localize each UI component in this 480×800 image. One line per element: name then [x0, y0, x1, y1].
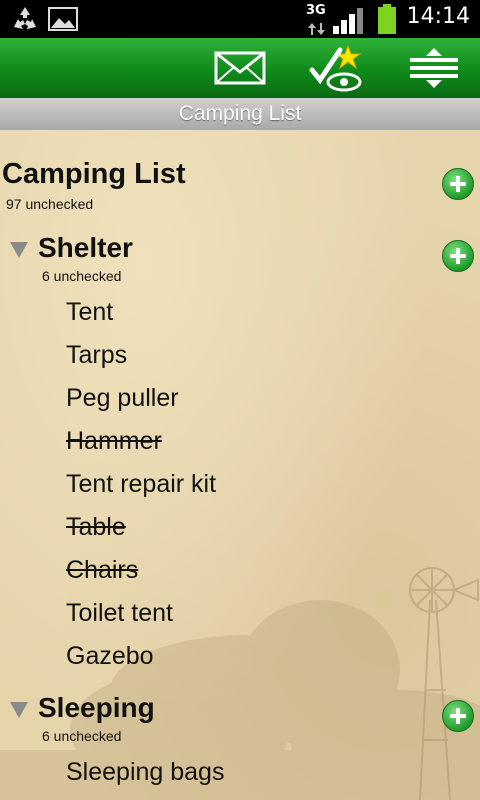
data-arrows-icon	[308, 20, 326, 39]
list-item[interactable]: Tent	[66, 298, 113, 327]
list-item-checked[interactable]: Chairs	[66, 556, 138, 585]
category-name: Sleeping	[38, 692, 155, 723]
list-unchecked-count: 97 unchecked	[6, 196, 94, 212]
clock: 14:14	[406, 4, 470, 29]
list-item[interactable]: Sleeping bags	[66, 758, 224, 787]
recycle-icon	[10, 5, 40, 37]
action-bar	[0, 38, 480, 99]
list-heading: Camping List	[2, 158, 186, 190]
check-star-eye-icon	[306, 44, 370, 96]
list-item[interactable]: Gazebo	[66, 642, 154, 671]
checklist-content[interactable]: Camping List 97 unchecked Shelter 6 unch…	[0, 130, 480, 800]
email-button[interactable]	[208, 44, 272, 92]
list-item-checked[interactable]: Hammer	[66, 427, 162, 456]
expand-collapse-button[interactable]	[402, 44, 466, 92]
expand-collapse-icon	[402, 48, 466, 96]
status-bar: 3G 14:14	[0, 0, 480, 38]
network-type-label: 3G	[306, 3, 326, 18]
list-item[interactable]: Peg puller	[66, 384, 179, 413]
list-item[interactable]: Tent repair kit	[66, 470, 216, 499]
show-checked-button[interactable]	[306, 44, 370, 92]
collapse-triangle-icon	[10, 242, 28, 258]
signal-icon	[332, 6, 368, 38]
list-item[interactable]: Tarps	[66, 341, 127, 370]
image-icon	[48, 7, 78, 35]
list-item[interactable]: Toilet tent	[66, 599, 173, 628]
add-to-shelter-button[interactable]	[442, 240, 474, 272]
list-item-checked[interactable]: Table	[66, 513, 126, 542]
collapse-triangle-icon	[10, 702, 28, 718]
envelope-icon	[208, 51, 272, 96]
add-to-sleeping-button[interactable]	[442, 700, 474, 732]
category-unchecked-count: 6 unchecked	[42, 268, 122, 284]
category-name: Shelter	[38, 232, 133, 263]
list-title-bar: Camping List	[0, 98, 480, 130]
add-item-button[interactable]	[442, 168, 474, 200]
category-unchecked-count: 6 unchecked	[42, 728, 122, 744]
battery-icon	[377, 4, 397, 38]
